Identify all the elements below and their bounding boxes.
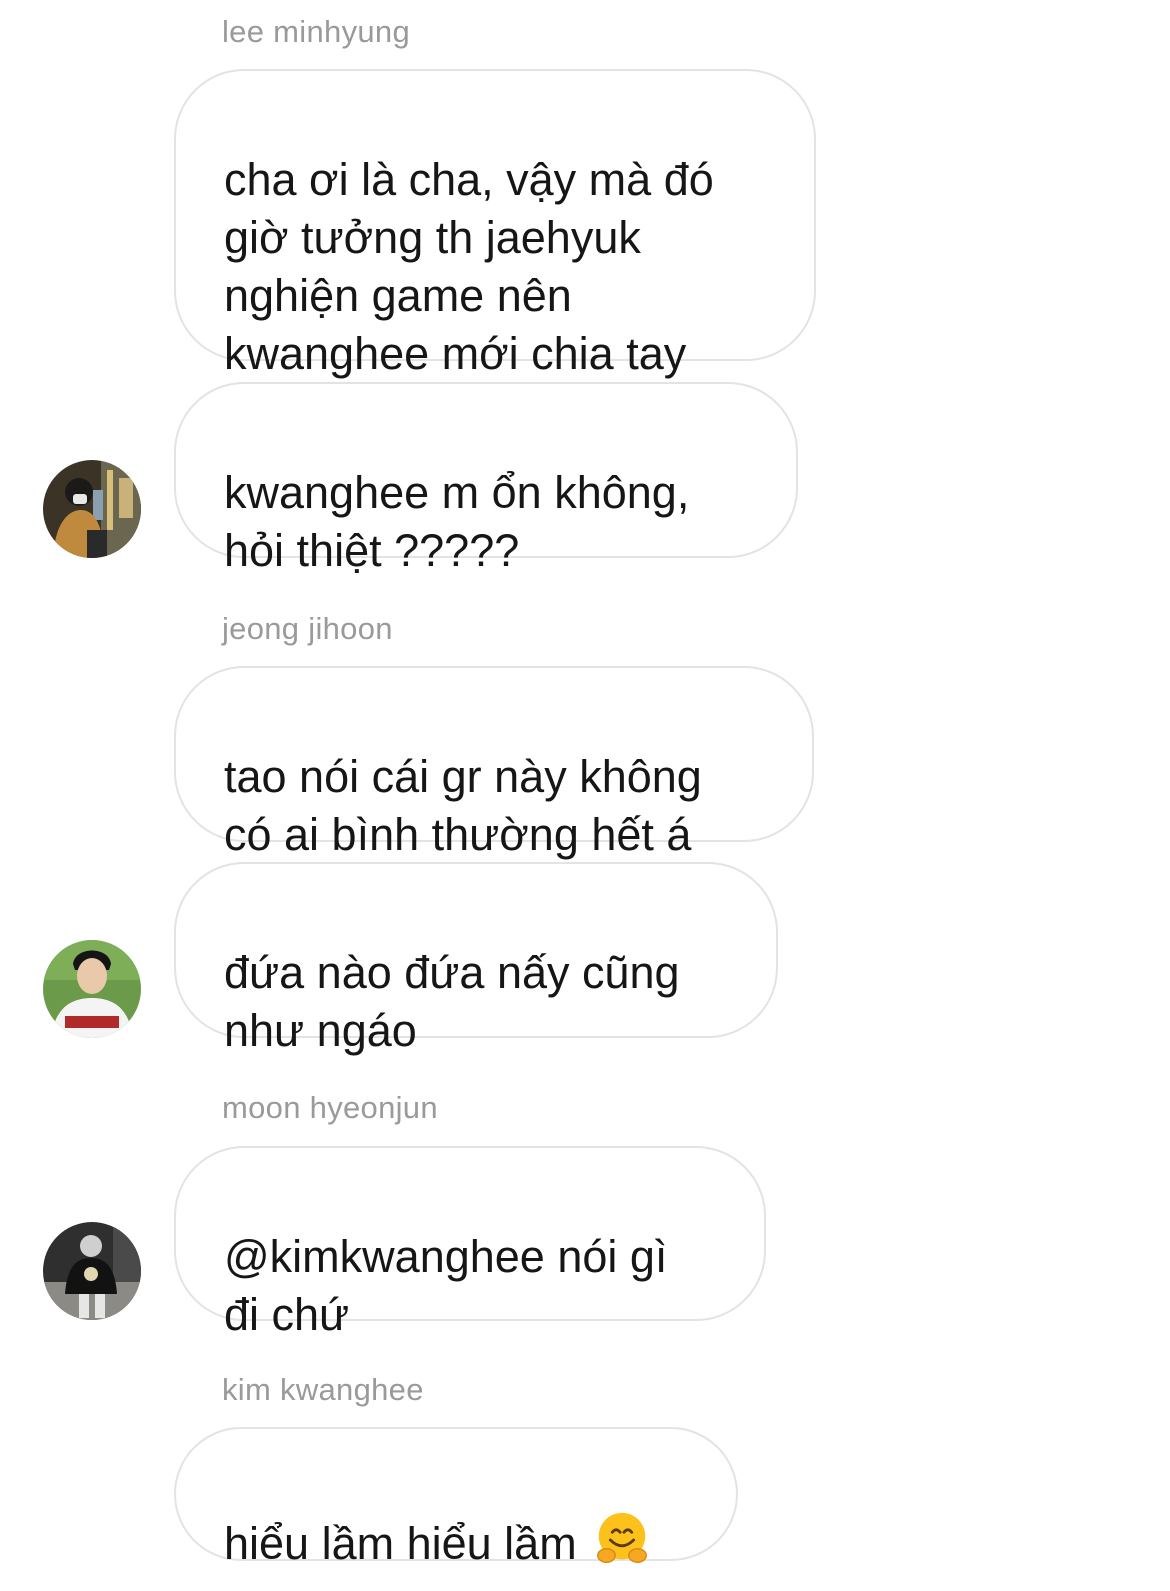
message-text: đứa nào đứa nấy cũng như ngáo	[224, 947, 680, 1056]
sender-name: moon hyeonjun	[222, 1090, 438, 1125]
message-bubble[interactable]: đứa nào đứa nấy cũng như ngáo	[174, 862, 778, 1056]
message-bubble[interactable]: kwanghee m ổn không, hỏi thiệt ?????	[174, 382, 798, 576]
sender-name: jeong jihoon	[222, 611, 393, 646]
person-photo-avatar-icon	[43, 1222, 141, 1320]
hugging-face-emoji-icon	[596, 1512, 647, 1564]
message-bubble[interactable]: cha ơi là cha, vậy mà đó giờ tưởng th ja…	[174, 69, 816, 379]
message-text: kwanghee m ổn không, hỏi thiệt ?????	[224, 467, 690, 576]
message-text: cha ơi là cha, vậy mà đó giờ tưởng th ja…	[224, 154, 714, 379]
sender-name: lee minhyung	[222, 14, 410, 49]
message-text: @kimkwanghee nói gì đi chứ	[224, 1231, 668, 1340]
sender-avatar[interactable]	[43, 460, 141, 558]
message-text: hiểu lầm hiểu lầm	[224, 1518, 577, 1569]
person-photo-avatar-icon	[43, 940, 141, 1038]
message-bubble[interactable]: hiểu lầm hiểu lầm	[174, 1427, 738, 1569]
sender-name: kim kwanghee	[222, 1372, 424, 1407]
message-text: tao nói cái gr này không có ai bình thườ…	[224, 751, 702, 860]
person-photo-avatar-icon	[43, 460, 141, 558]
sender-avatar[interactable]	[43, 940, 141, 1038]
message-bubble[interactable]: @kimkwanghee nói gì đi chứ	[174, 1146, 766, 1340]
message-bubble[interactable]: tao nói cái gr này không có ai bình thườ…	[174, 666, 814, 860]
sender-avatar[interactable]	[43, 1222, 141, 1320]
